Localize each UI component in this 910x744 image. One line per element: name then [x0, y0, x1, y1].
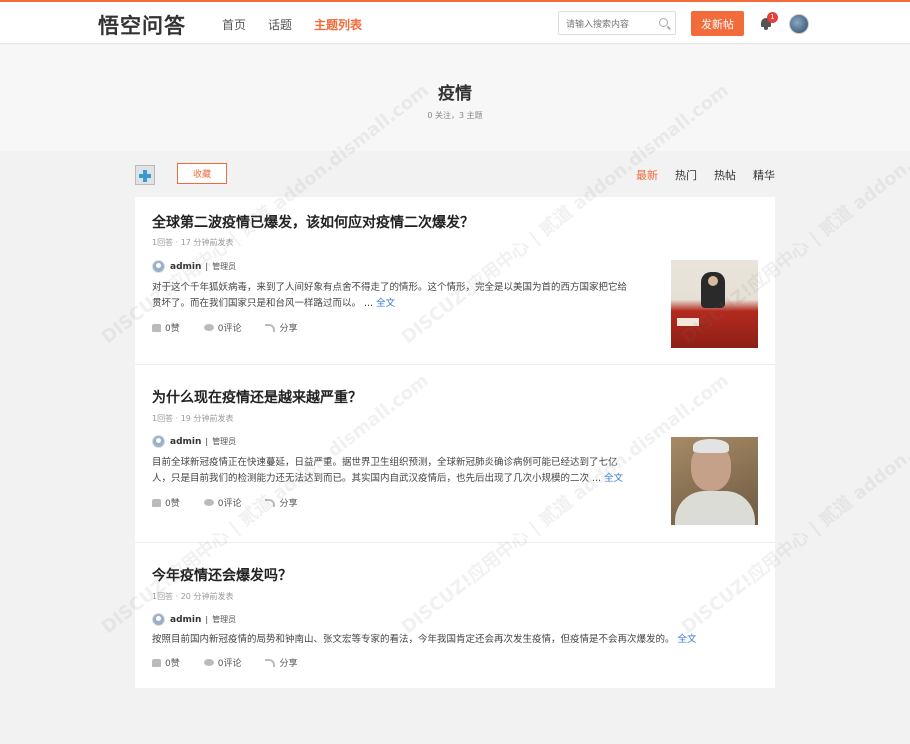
thumbs-up-icon — [152, 658, 161, 667]
read-more-link[interactable]: 全文 — [376, 298, 395, 309]
like-button[interactable]: 0赞 — [152, 496, 180, 509]
post-actions: 0赞 0评论 分享 — [152, 321, 321, 334]
tab-featured[interactable]: 精华 — [753, 167, 775, 183]
comment-icon — [203, 659, 214, 666]
author-name[interactable]: admin — [170, 437, 201, 447]
author-role: 管理员 — [212, 437, 237, 446]
post-list: 全球第二波疫情已爆发，该如何应对疫情二次爆发？ 1回答 · 17 分钟前发表 a… — [135, 197, 775, 688]
post-excerpt: 目前全球新冠疫情正在快速蔓延，日益严重。据世界卫生组织预测，全球新冠肺炎确诊病例… — [152, 455, 657, 487]
post-excerpt: 对于这个千年狐妖病毒，来到了人间好象有点舍不得走了的情形。这个情形，完全是以美国… — [152, 280, 657, 312]
main-nav: 首页 话题 主题列表 — [222, 16, 384, 33]
excerpt-line: 对于这个千年狐妖病毒，来到了人间好象有点舍不得走了的情形。这个情形，完全是以美国… — [152, 282, 628, 293]
topic-title: 疫情 — [438, 84, 472, 104]
tab-latest[interactable]: 最新 — [636, 167, 658, 183]
read-more-link[interactable]: 全文 — [678, 634, 697, 645]
comment-icon — [203, 499, 214, 506]
tab-hot[interactable]: 热门 — [675, 167, 697, 183]
nav-topics[interactable]: 话题 — [268, 16, 292, 33]
read-more-link[interactable]: 全文 — [604, 473, 623, 484]
like-button[interactable]: 0赞 — [152, 321, 180, 334]
share-button[interactable]: 分享 — [265, 496, 297, 509]
comment-button[interactable]: 0评论 — [203, 656, 242, 669]
like-button[interactable]: 0赞 — [152, 656, 180, 669]
search-box — [558, 11, 676, 36]
share-icon — [265, 323, 276, 332]
author-role: 管理员 — [212, 615, 237, 624]
site-logo[interactable]: 悟空问答 — [98, 10, 186, 40]
excerpt-line: 按照目前国内新冠疫情的局势和钟南山、张文宏等专家的看法，今年我国肯定还会再次发生… — [152, 634, 675, 645]
avatar[interactable] — [152, 260, 165, 273]
nav-home[interactable]: 首页 — [222, 16, 246, 33]
post-title[interactable]: 今年疫情还会爆发吗？ — [152, 565, 292, 585]
post-title[interactable]: 全球第二波疫情已爆发，该如何应对疫情二次爆发？ — [152, 212, 474, 232]
comment-button[interactable]: 0评论 — [203, 496, 242, 509]
share-label: 分享 — [279, 499, 298, 509]
post-excerpt: 按照目前国内新冠疫情的局势和钟南山、张文宏等专家的看法，今年我国肯定还会再次发生… — [152, 632, 762, 648]
divider: | — [205, 262, 209, 271]
author-name[interactable]: admin — [170, 615, 201, 625]
author-name[interactable]: admin — [170, 262, 201, 272]
share-icon — [265, 498, 276, 507]
excerpt-line: 人，只是目前我们的检测能力还无法达到而已。其实国内自武汉疫情后，也先后出现了几次… — [152, 473, 602, 484]
author-role: 管理员 — [212, 262, 237, 271]
share-button[interactable]: 分享 — [265, 321, 297, 334]
search-icon[interactable] — [659, 18, 668, 27]
post-author: admin | 管理员 — [152, 435, 236, 448]
new-post-button[interactable]: 发新帖 — [691, 11, 744, 36]
post-meta: 1回答 · 19 分钟前发表 — [152, 414, 234, 423]
user-avatar[interactable] — [789, 14, 809, 34]
nav-topic-list[interactable]: 主题列表 — [314, 16, 362, 33]
thumbs-up-icon — [152, 323, 161, 332]
post-thumbnail[interactable] — [671, 260, 758, 348]
list-item: 为什么现在疫情还是越来越严重？ 1回答 · 19 分钟前发表 admin | 管… — [135, 365, 775, 543]
share-button[interactable]: 分享 — [265, 656, 297, 669]
share-icon — [265, 658, 276, 667]
like-count: 0赞 — [165, 499, 180, 509]
post-meta: 1回答 · 20 分钟前发表 — [152, 592, 234, 601]
topic-header: 疫情 0 关注，3 主题 — [0, 45, 910, 151]
avatar[interactable] — [152, 613, 165, 626]
share-label: 分享 — [279, 324, 298, 334]
topic-medical-icon — [135, 165, 155, 185]
sort-tabs: 最新 热门 热帖 精华 — [619, 167, 775, 183]
tab-hot-posts[interactable]: 热帖 — [714, 167, 736, 183]
list-item: 今年疫情还会爆发吗？ 1回答 · 20 分钟前发表 admin | 管理员 按照… — [135, 543, 775, 688]
divider: | — [205, 437, 209, 446]
post-actions: 0赞 0评论 分享 — [152, 496, 321, 509]
divider: | — [205, 615, 209, 624]
header: 悟空问答 首页 话题 主题列表 发新帖 1 — [0, 2, 910, 44]
comment-count: 0评论 — [217, 499, 242, 509]
avatar[interactable] — [152, 435, 165, 448]
notification-badge: 1 — [767, 12, 778, 23]
search-input[interactable] — [566, 14, 658, 36]
post-author: admin | 管理员 — [152, 613, 236, 626]
comment-icon — [203, 324, 214, 331]
topic-stats: 0 关注，3 主题 — [427, 111, 483, 120]
share-label: 分享 — [279, 659, 298, 669]
favorite-button[interactable]: 收藏 — [177, 163, 227, 184]
comment-button[interactable]: 0评论 — [203, 321, 242, 334]
post-title[interactable]: 为什么现在疫情还是越来越严重？ — [152, 387, 362, 407]
post-thumbnail[interactable] — [671, 437, 758, 525]
list-item: 全球第二波疫情已爆发，该如何应对疫情二次爆发？ 1回答 · 17 分钟前发表 a… — [135, 197, 775, 365]
like-count: 0赞 — [165, 659, 180, 669]
excerpt-line: 贯坏了。而在我们国家只是和台风一样路过而以。 ... — [152, 298, 374, 309]
like-count: 0赞 — [165, 324, 180, 334]
topic-toolbar: 收藏 最新 热门 热帖 精华 — [135, 163, 775, 187]
post-author: admin | 管理员 — [152, 260, 236, 273]
comment-count: 0评论 — [217, 324, 242, 334]
post-meta: 1回答 · 17 分钟前发表 — [152, 238, 234, 247]
post-actions: 0赞 0评论 分享 — [152, 656, 321, 669]
excerpt-line: 目前全球新冠疫情正在快速蔓延，日益严重。据世界卫生组织预测，全球新冠肺炎确诊病例… — [152, 457, 618, 468]
thumbs-up-icon — [152, 498, 161, 507]
comment-count: 0评论 — [217, 659, 242, 669]
